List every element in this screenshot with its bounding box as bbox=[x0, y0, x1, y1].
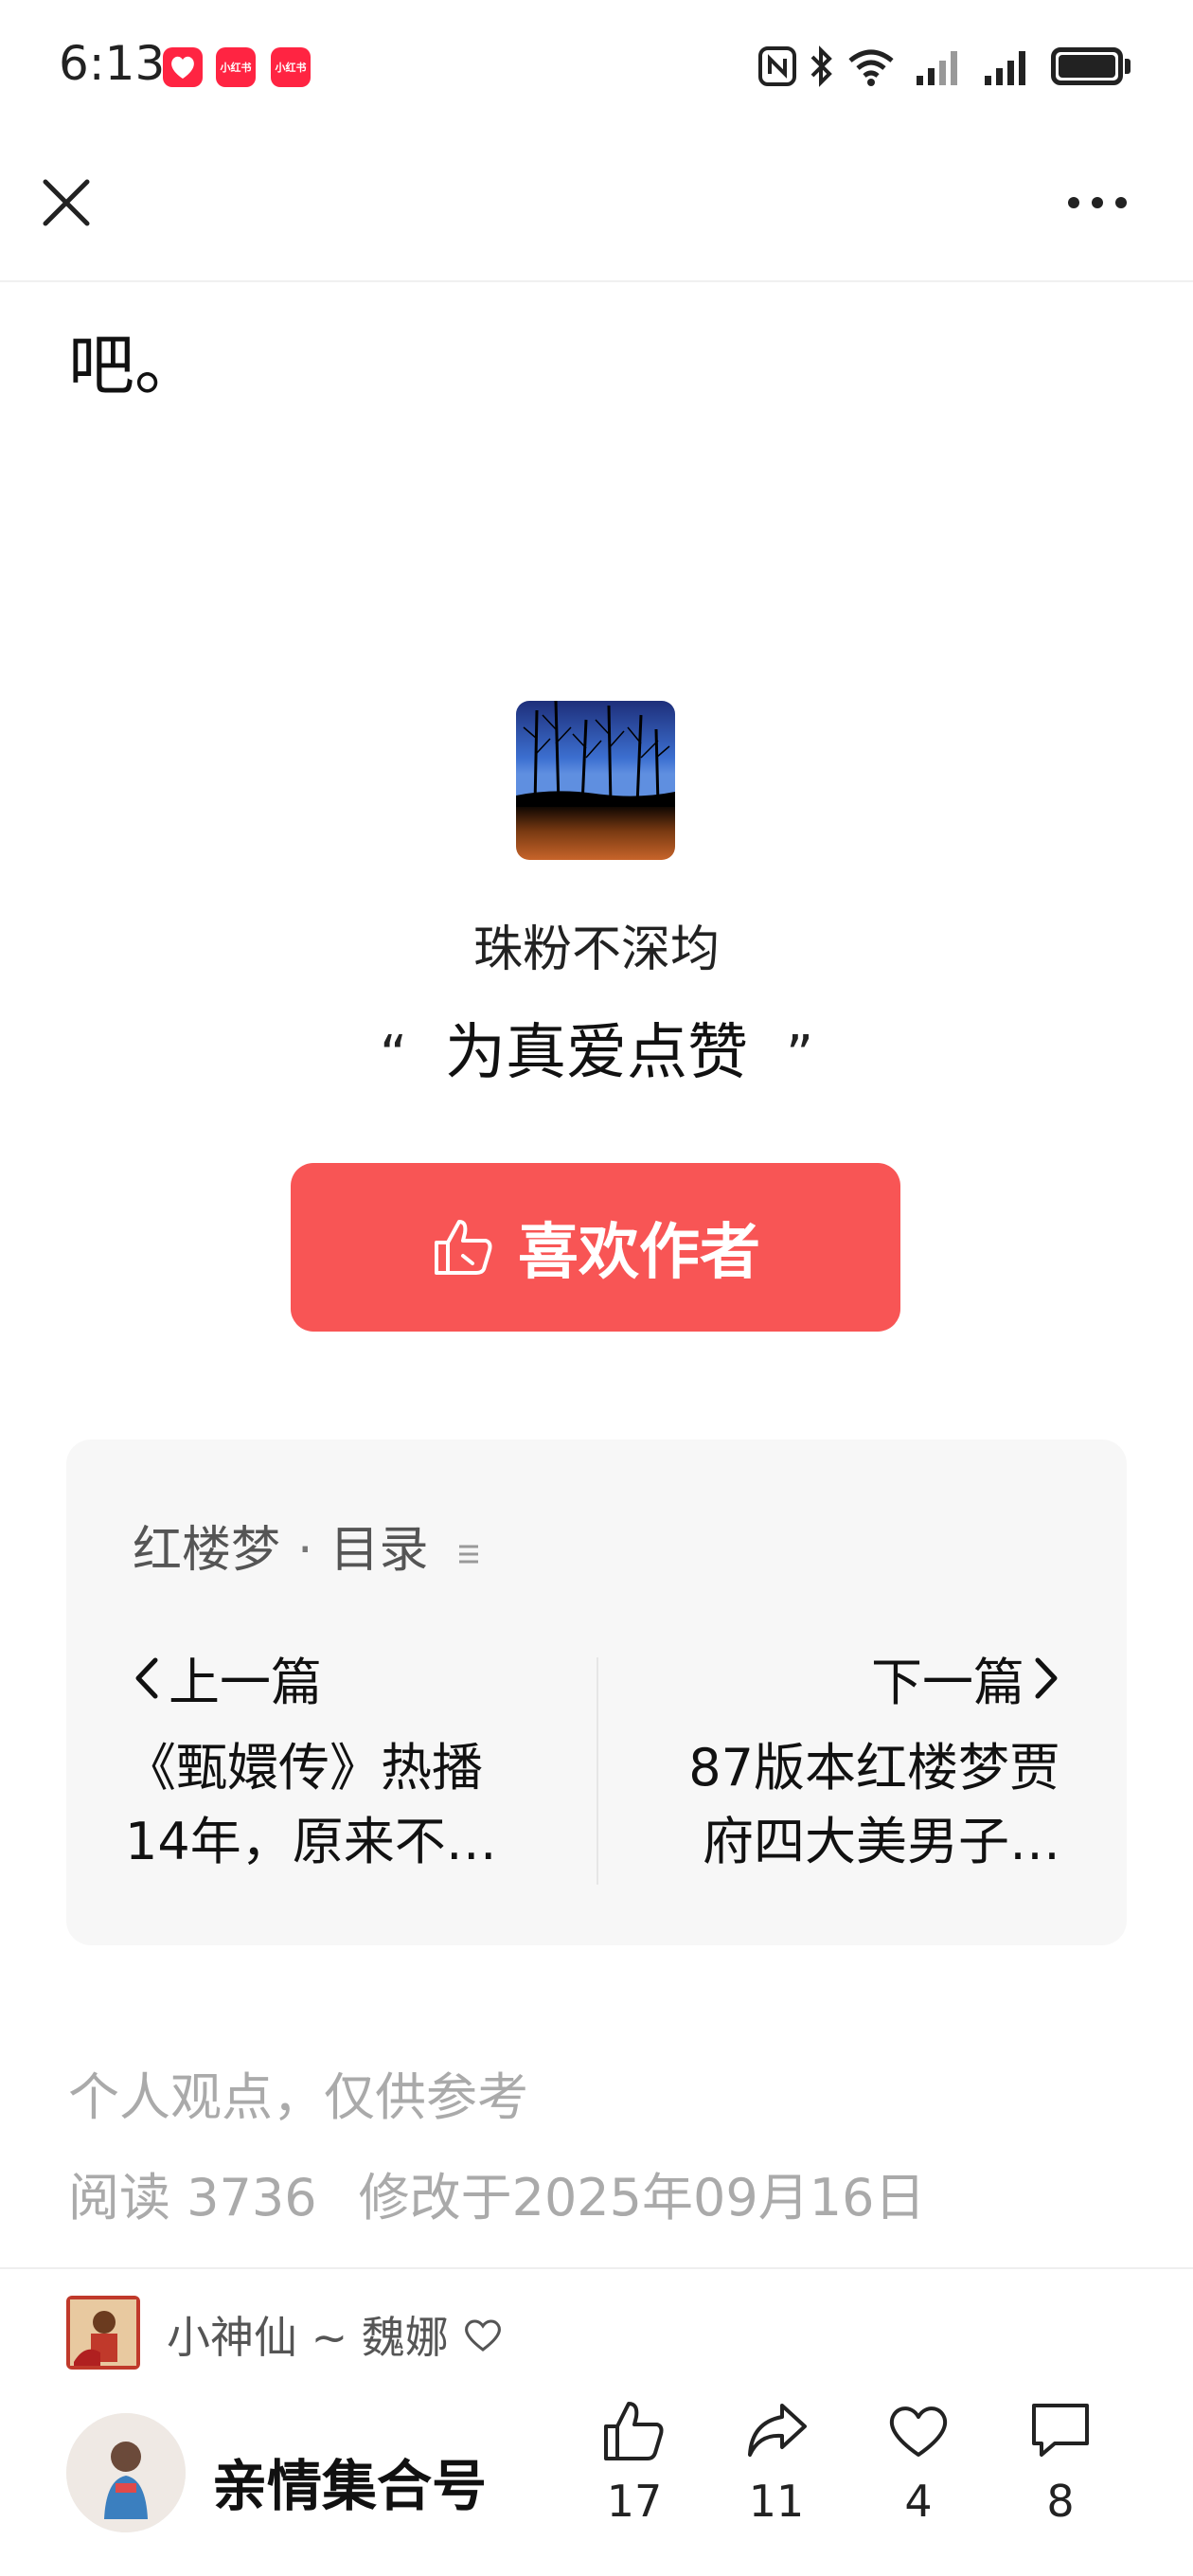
signal-icon bbox=[985, 51, 1025, 85]
notification-app-icon bbox=[163, 47, 203, 87]
xiaohongshu-notification-icon: 小红书 bbox=[216, 47, 256, 87]
list-icon bbox=[459, 1545, 479, 1564]
commenter-name[interactable]: 小神仙 ~ 魏娜 bbox=[167, 2303, 504, 2366]
collection-name: 红楼梦 bbox=[133, 1522, 281, 1579]
like-button[interactable]: 17 bbox=[578, 2396, 691, 2527]
bottom-bar-divider bbox=[0, 2267, 1193, 2269]
modified-date: 修改于2025年09月16日 bbox=[358, 2168, 926, 2227]
heart-icon bbox=[464, 2319, 501, 2352]
xiaohongshu-notification-icon: 小红书 bbox=[271, 47, 311, 87]
status-time: 6:13 bbox=[59, 36, 166, 91]
close-icon[interactable] bbox=[40, 176, 93, 229]
favorite-button[interactable]: 4 bbox=[862, 2396, 975, 2527]
thumbs-up-icon bbox=[435, 1220, 492, 1275]
article-body-text: 吧。 bbox=[68, 327, 201, 404]
battery-tip bbox=[1125, 59, 1131, 74]
like-count: 17 bbox=[606, 2476, 663, 2527]
prev-article-title[interactable]: 《甄嬛传》热播14年，原来不… bbox=[125, 1731, 542, 1879]
quote-open: “ bbox=[379, 1025, 407, 1086]
account-avatar[interactable] bbox=[66, 2413, 186, 2532]
prev-article-button[interactable]: 上一篇 bbox=[133, 1640, 322, 1715]
signal-icon bbox=[917, 51, 957, 85]
comment-button[interactable]: 8 bbox=[1004, 2396, 1117, 2527]
comment-icon bbox=[1032, 2404, 1089, 2457]
account-name[interactable]: 亲情集合号 bbox=[212, 2442, 487, 2521]
next-article-button[interactable]: 下一篇 bbox=[871, 1640, 1060, 1715]
topbar-divider bbox=[0, 280, 1193, 282]
next-label: 下一篇 bbox=[871, 1653, 1024, 1712]
thumbs-up-icon bbox=[604, 2402, 664, 2460]
like-author-button[interactable]: 喜欢作者 bbox=[291, 1163, 900, 1332]
author-quote: “ 为真爱点赞 ” bbox=[0, 1004, 1193, 1091]
like-author-label: 喜欢作者 bbox=[518, 1218, 760, 1288]
article-meta: 阅读 3736 修改于2025年09月16日 bbox=[68, 2156, 967, 2230]
read-count: 阅读 3736 bbox=[68, 2168, 317, 2227]
separator: · bbox=[297, 1522, 313, 1579]
divider bbox=[596, 1657, 598, 1885]
share-icon bbox=[748, 2404, 807, 2457]
share-button[interactable]: 11 bbox=[720, 2396, 833, 2527]
favorite-count: 4 bbox=[904, 2476, 933, 2527]
disclaimer: 个人观点，仅供参考 bbox=[68, 2067, 528, 2127]
heart-icon bbox=[889, 2406, 948, 2457]
prev-label: 上一篇 bbox=[169, 1653, 322, 1712]
comment-count: 8 bbox=[1046, 2476, 1075, 2527]
share-count: 11 bbox=[748, 2476, 805, 2527]
nfc-icon bbox=[758, 46, 796, 86]
quote-text: 为真爱点赞 bbox=[445, 1018, 748, 1088]
collection-card: 红楼梦 · 目录 上一篇 《甄嬛传》热播14年，原来不… 下一篇 87版本红楼梦贾府… bbox=[66, 1440, 1127, 1945]
chevron-right-icon bbox=[1035, 1657, 1058, 1698]
author-avatar[interactable] bbox=[516, 701, 675, 860]
bluetooth-icon bbox=[810, 45, 832, 87]
commenter-avatar[interactable] bbox=[66, 2296, 140, 2370]
battery-icon bbox=[1051, 47, 1123, 85]
wifi-icon bbox=[848, 49, 894, 86]
author-name[interactable]: 珠粉不深均 bbox=[0, 909, 1193, 980]
next-article-title[interactable]: 87版本红楼梦贾府四大美男子… bbox=[644, 1731, 1060, 1879]
quote-close: ” bbox=[786, 1025, 814, 1086]
collection-toc-link[interactable]: 红楼梦 · 目录 bbox=[133, 1510, 480, 1581]
chevron-left-icon bbox=[135, 1657, 158, 1698]
toc-label: 目录 bbox=[329, 1522, 429, 1579]
more-icon[interactable] bbox=[1066, 189, 1129, 216]
